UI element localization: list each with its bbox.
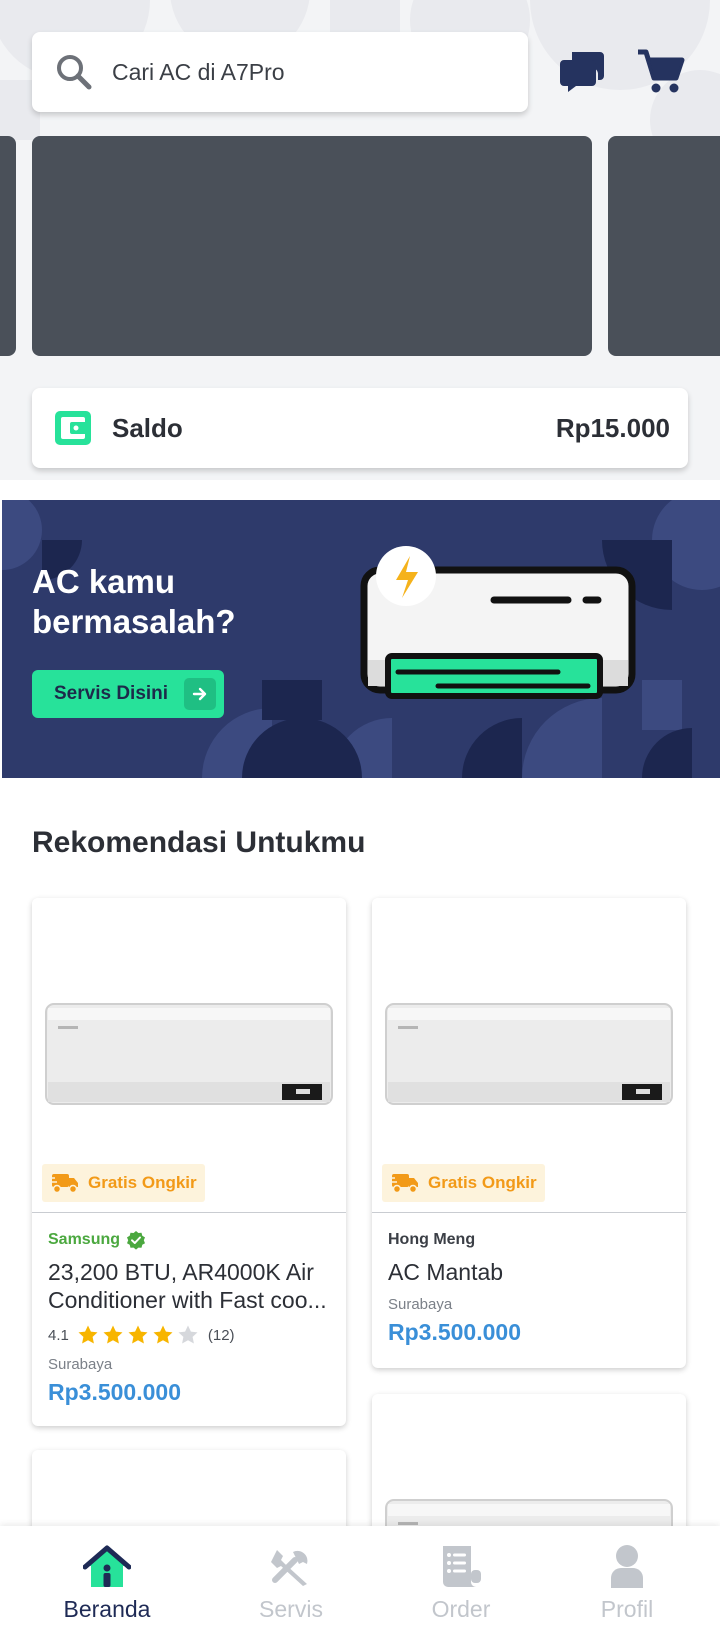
- nav-label: Beranda: [63, 1596, 151, 1622]
- nav-label: Order: [431, 1596, 491, 1622]
- product-location: Surabaya: [48, 1356, 113, 1373]
- star-filled-icon: [103, 1325, 123, 1344]
- product-card[interactable]: Gratis Ongkir Hong Meng AC Mantab Suraba…: [372, 898, 686, 1368]
- arrow-right-icon: [184, 678, 216, 710]
- free-shipping-label: Gratis Ongkir: [428, 1173, 537, 1192]
- delivery-truck-icon: [48, 1174, 78, 1194]
- product-brand: Hong Meng: [388, 1230, 670, 1250]
- free-shipping-badge: Gratis Ongkir: [42, 1164, 205, 1202]
- product-image: [45, 1003, 333, 1105]
- air-conditioner-illustration: [360, 546, 636, 699]
- servis-disini-label: Servis Disini: [54, 683, 169, 704]
- star-filled-icon: [78, 1325, 98, 1344]
- star-filled-icon: [128, 1325, 148, 1344]
- product-price: Rp3.500.000: [48, 1379, 181, 1405]
- banner-slide-next[interactable]: [608, 136, 720, 356]
- product-info: Samsung 23,200 BTU, AR4000K Air Conditio…: [48, 1230, 330, 1406]
- saldo-card[interactable]: Saldo Rp15.000: [32, 388, 688, 468]
- delivery-truck-icon: [388, 1174, 418, 1194]
- order-list-icon: [443, 1546, 481, 1587]
- product-price: Rp3.500.000: [388, 1319, 521, 1345]
- product-name: 23,200 BTU, AR4000K Air Conditioner with…: [48, 1259, 327, 1313]
- free-shipping-label: Gratis Ongkir: [88, 1173, 197, 1192]
- wallet-icon: [55, 411, 91, 445]
- divider: [372, 1212, 686, 1213]
- recommendations-title: Rekomendasi Untukmu: [32, 826, 366, 859]
- search-icon: [57, 55, 92, 90]
- product-location: Surabaya: [388, 1296, 453, 1313]
- nav-label: Profil: [600, 1596, 654, 1622]
- product-card[interactable]: Gratis Ongkir Samsung 23,200 BTU, AR4000…: [32, 898, 346, 1426]
- product-name: AC Mantab: [388, 1259, 504, 1285]
- product-image: [385, 1003, 673, 1105]
- banner-slide-current[interactable]: [32, 136, 592, 356]
- free-shipping-badge: Gratis Ongkir: [382, 1164, 545, 1202]
- cart-icon[interactable]: [636, 46, 686, 96]
- search-bar[interactable]: Cari AC di A7Pro: [32, 32, 528, 112]
- rating-value: 4.1: [48, 1326, 69, 1344]
- star-filled-icon: [153, 1325, 173, 1344]
- product-brand: Samsung: [48, 1230, 330, 1250]
- header-area: Cari AC di A7Pro Saldo Rp15.000: [0, 0, 720, 480]
- nav-label: Servis: [259, 1596, 323, 1622]
- banner-slide-previous[interactable]: [0, 136, 16, 356]
- tools-icon: [271, 1550, 308, 1586]
- brand-name: Samsung: [48, 1231, 121, 1248]
- star-empty-icon: [178, 1325, 198, 1344]
- bottom-navigation: Beranda Servis Order Profil: [0, 1526, 720, 1638]
- chat-icon[interactable]: [560, 48, 606, 94]
- verified-badge-icon: [127, 1231, 146, 1250]
- promo-title: AC kamu bermasalah?: [32, 563, 236, 641]
- product-info: Hong Meng AC Mantab Surabaya Rp3.500.000: [388, 1230, 670, 1346]
- nav-item-order[interactable]: Order: [401, 1526, 521, 1638]
- nav-item-profil[interactable]: Profil: [567, 1526, 687, 1638]
- rating-stars: [77, 1324, 202, 1346]
- product-rating: 4.1 (12): [48, 1324, 330, 1346]
- search-placeholder: Cari AC di A7Pro: [112, 58, 285, 85]
- divider: [32, 1212, 346, 1213]
- service-promo-banner: AC kamu bermasalah? Servis Disini: [2, 500, 720, 778]
- nav-item-beranda[interactable]: Beranda: [47, 1526, 167, 1638]
- nav-item-servis[interactable]: Servis: [231, 1526, 351, 1638]
- review-count: (12): [207, 1326, 235, 1344]
- profile-icon: [611, 1545, 643, 1588]
- saldo-value: Rp15.000: [555, 412, 670, 443]
- brand-name: Hong Meng: [388, 1231, 476, 1248]
- home-icon: [83, 1545, 131, 1587]
- saldo-label: Saldo: [112, 412, 183, 443]
- servis-disini-button[interactable]: Servis Disini: [32, 670, 224, 718]
